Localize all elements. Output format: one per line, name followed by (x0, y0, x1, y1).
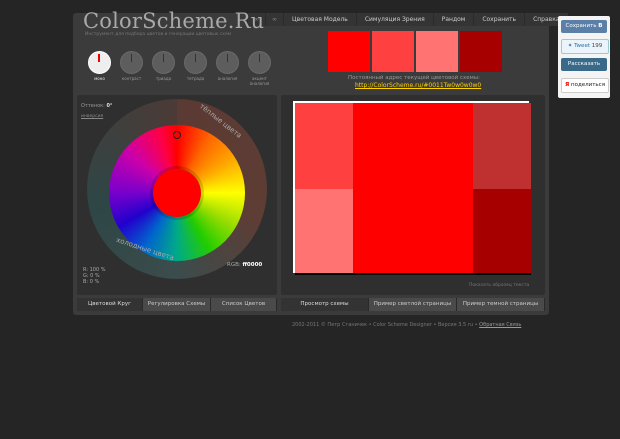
hue-label: Оттенок: (81, 103, 105, 109)
tagline: Инструмент для подбора цветов и генераци… (85, 32, 232, 37)
top-nav: ∞ ∞ Цветовая Модель Симуляция Зрения Ран… (247, 13, 568, 26)
hue-value: 0° (106, 103, 113, 109)
vk-save-button[interactable]: Сохранить В (561, 20, 607, 33)
tab-dark-page-example[interactable]: Пример темной страницы (457, 298, 545, 311)
tweet-count: 199 (591, 43, 603, 49)
mode-mono[interactable]: моно (87, 51, 112, 86)
tab-color-list[interactable]: Список Цветов (211, 298, 278, 311)
social-share-box: Сохранить В ✦ Tweet 199 Рассказать Я под… (558, 16, 610, 98)
swatch-light[interactable] (372, 31, 414, 72)
preview-block-lighter (295, 189, 353, 273)
yandex-icon: Я (564, 82, 570, 88)
vk-save-label: Сохранить (565, 23, 597, 29)
rgb-hex-readout: RGB: ff0000 (227, 262, 262, 268)
tab-color-wheel[interactable]: Цветовой Круг (77, 298, 144, 311)
scheme-preview-panel: Показать образец текста (281, 95, 545, 295)
mode-label: моно (94, 76, 105, 81)
mode-label: тетрада (186, 76, 205, 81)
mode-analogic[interactable]: аналогия (215, 51, 240, 86)
preview-block-dark1 (473, 103, 531, 189)
tell-label: Рассказать (567, 61, 601, 67)
rgb-hex-label: RGB: (227, 262, 241, 268)
site-logo[interactable]: ColorScheme.Ru (83, 9, 264, 33)
mode-accent-analogic[interactable]: акцент аналогия (247, 51, 272, 86)
nav-vision-simulation[interactable]: Симуляция Зрения (355, 13, 433, 26)
nav-color-model[interactable]: Цветовая Модель (283, 13, 356, 26)
feedback-link[interactable]: Обратная Связь (479, 322, 521, 328)
hue-readout: Оттенок: 0° (81, 103, 112, 109)
nav-small-button-2[interactable]: ∞ (265, 13, 283, 26)
vk-icon: В (598, 23, 603, 29)
twitter-bird-icon: ✦ (567, 43, 573, 49)
inversion-link[interactable]: инверсия (81, 114, 103, 119)
tweet-button[interactable]: ✦ Tweet 199 (561, 39, 609, 54)
rgb-percentages: R: 100 % G: 0 % B: 0 % (83, 267, 105, 285)
mode-accent-analogic-icon (248, 51, 271, 74)
yandex-share-button[interactable]: Я поделиться (561, 78, 609, 93)
color-wheel-panel: тёплые цвета холодные цвета Оттенок: 0° … (77, 95, 277, 295)
footer: 2002-2011 © Петр Станичек • Color Scheme… (292, 322, 522, 328)
mode-triad[interactable]: триада (151, 51, 176, 86)
main-panel: ∞ ∞ Цветовая Модель Симуляция Зрения Ран… (73, 9, 568, 315)
nav-save[interactable]: Сохранить (473, 13, 525, 26)
right-tabs: Просмотр схемы Пример светлой страницы П… (281, 298, 545, 311)
rgb-hex-value[interactable]: ff0000 (242, 262, 262, 268)
mode-label: триада (155, 76, 172, 81)
wheel-center-color (153, 169, 201, 217)
show-sample-text-link[interactable]: Показать образец текста (469, 283, 529, 288)
mode-label: аналогия (217, 76, 238, 81)
mode-tetrad[interactable]: тетрада (183, 51, 208, 86)
nav-random[interactable]: Рандом (432, 13, 474, 26)
permalink-url[interactable]: http://ColorScheme.ru/#0011Tw0w0w0w0 (355, 82, 481, 89)
mode-mono-icon (88, 51, 111, 74)
left-tabs: Цветовой Круг Регулировка Схемы Список Ц… (77, 298, 278, 311)
preview-block-dark2 (473, 189, 531, 273)
permalink-label: Постоянный адрес текущей цветовой схемы: (348, 75, 481, 81)
preview-block-main (353, 103, 473, 273)
mode-label: акцент аналогия (249, 76, 270, 86)
footer-text: 2002-2011 © Петр Станичек • Color Scheme… (292, 322, 474, 328)
tab-adjust-scheme[interactable]: Регулировка Схемы (143, 298, 211, 311)
tell-button[interactable]: Рассказать (561, 58, 607, 71)
mode-contrast[interactable]: контраст (119, 51, 144, 86)
mode-triad-icon (152, 51, 175, 74)
mode-contrast-icon (120, 51, 143, 74)
swatch-lighter[interactable] (416, 31, 458, 72)
tab-light-page-example[interactable]: Пример светлой страницы (369, 298, 457, 311)
preview-block-light (295, 103, 353, 189)
tab-scheme-preview[interactable]: Просмотр схемы (281, 298, 369, 311)
mode-analogic-icon (216, 51, 239, 74)
tweet-label: Tweet (574, 43, 590, 49)
swatch-primary[interactable] (328, 31, 370, 72)
rgb-b: B: 0 % (83, 279, 100, 285)
swatch-dark[interactable] (460, 31, 502, 72)
scheme-modes: моно контраст триада тетрада аналогия ак… (87, 51, 272, 86)
yandex-share-label: поделиться (570, 82, 605, 88)
mode-tetrad-icon (184, 51, 207, 74)
mode-label: контраст (121, 76, 142, 81)
hue-marker-handle[interactable] (173, 131, 181, 139)
